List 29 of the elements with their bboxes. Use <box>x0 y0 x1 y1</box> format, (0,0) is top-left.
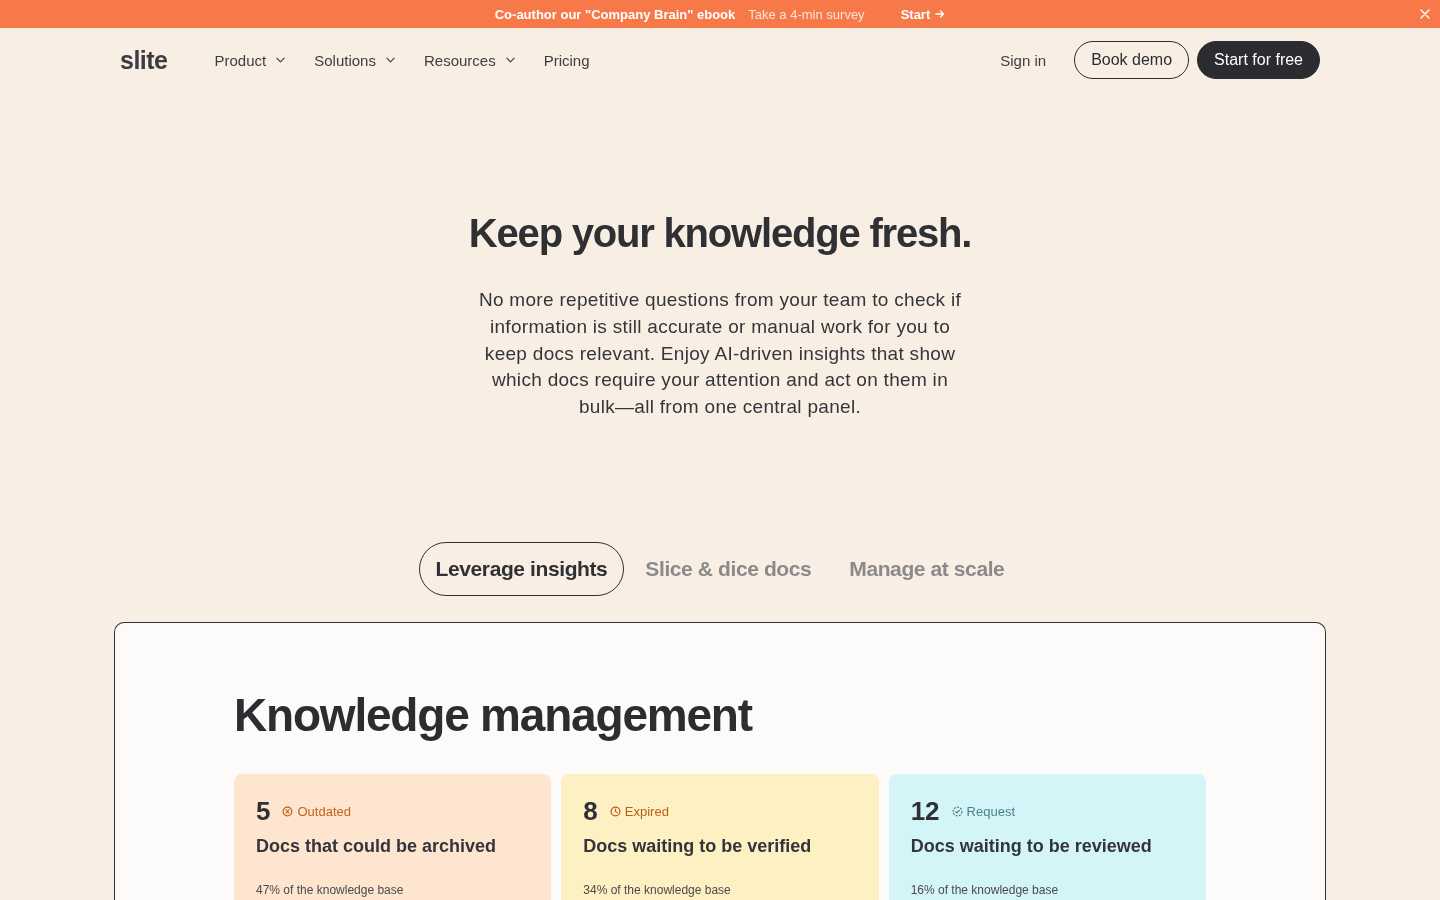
status-tag: Request <box>951 804 1015 820</box>
hero-title: Keep your knowledge fresh. <box>468 210 972 257</box>
status-tag: Expired <box>609 804 669 820</box>
nav-menu-item[interactable]: Pricing <box>543 51 590 69</box>
close-icon[interactable] <box>1420 9 1430 19</box>
nav-menu-item[interactable]: Resources <box>423 51 515 69</box>
doc-count: 8 <box>583 796 598 828</box>
card-share-text: 47% of the knowledge base <box>256 883 405 898</box>
doc-count: 12 <box>910 796 940 828</box>
hero-description: No more repetitive questions from your team to check if information is still accurate or manual work for you to keep docs relevant. Enjoy AI-driven insights that show which docs require your attention and act on them in bulk—all from one central panel. <box>477 288 963 420</box>
nav-menu-item[interactable]: Solutions <box>314 51 395 69</box>
panel-title: Knowledge management <box>234 688 754 743</box>
clock-icon <box>609 806 621 818</box>
nav-menu-item[interactable]: Product <box>214 51 286 69</box>
status-tag: Outdated <box>282 804 351 820</box>
card-share-text: 34% of the knowledge base <box>583 883 732 898</box>
sign-in-link[interactable]: Sign in <box>1000 51 1047 69</box>
banner-subtitle: Take a 4-min survey <box>748 6 865 22</box>
doc-count: 5 <box>256 796 271 828</box>
card-title: Docs waiting to be verified <box>583 835 813 858</box>
logo[interactable]: slite <box>120 45 168 75</box>
card-share-text: 16% of the knowledge base <box>910 883 1060 898</box>
card-title: Docs that could be archived <box>256 835 498 858</box>
x-circle-icon <box>282 806 294 818</box>
card-title: Docs waiting to be reviewed <box>910 835 1153 858</box>
banner-title: Co-author our "Company Brain" ebook <box>494 6 736 22</box>
start-free-button[interactable]: Start for free <box>1197 41 1320 79</box>
dashed-check-circle-icon <box>951 806 963 818</box>
arrow-right-icon <box>935 9 946 19</box>
